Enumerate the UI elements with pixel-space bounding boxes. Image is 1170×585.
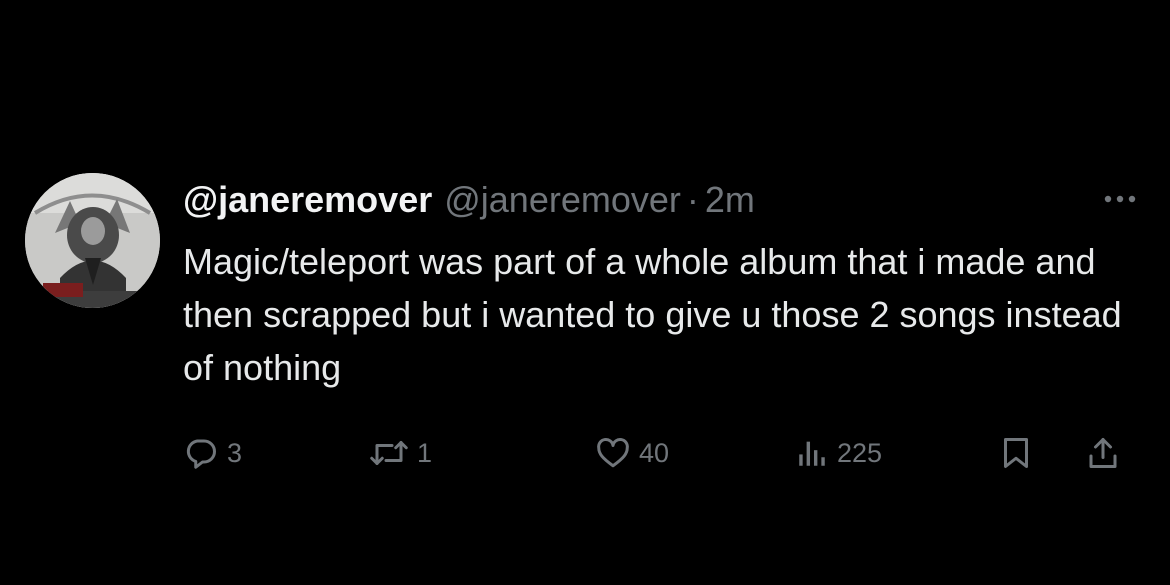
retweet-count: 1 — [417, 437, 433, 468]
timestamp[interactable]: 2m — [705, 176, 755, 224]
reply-icon — [186, 439, 216, 469]
retweet-icon — [370, 441, 408, 465]
display-name[interactable]: @janeremover — [183, 176, 432, 224]
like-count: 40 — [639, 437, 670, 468]
bookmark-icon — [1004, 438, 1028, 468]
action-bar: 3 1 40 225 — [183, 428, 1143, 478]
heart-icon — [597, 437, 629, 468]
views-bar-chart-icon — [799, 441, 825, 466]
separator-dot: · — [686, 179, 699, 220]
reply-count: 3 — [227, 437, 243, 468]
bookmark-button[interactable] — [998, 428, 1034, 478]
views-button[interactable]: 225 — [795, 428, 882, 478]
more-dots-icon — [1104, 195, 1136, 203]
tweet-text: Magic/teleport was part of a whole album… — [183, 241, 1122, 388]
more-button[interactable] — [1098, 184, 1142, 214]
like-button[interactable]: 40 — [595, 428, 669, 478]
avatar-image — [25, 173, 160, 308]
share-icon — [1089, 438, 1117, 468]
user-handle[interactable]: @janeremover — [444, 176, 681, 224]
reply-button[interactable]: 3 — [183, 428, 242, 478]
share-button[interactable] — [1085, 428, 1121, 478]
retweet-button[interactable]: 1 — [369, 428, 432, 478]
tweet: @janeremover @janeremover · 2m Magic/tel… — [0, 0, 1170, 585]
tweet-header: @janeremover @janeremover · 2m — [183, 176, 755, 224]
view-count: 225 — [837, 437, 883, 468]
avatar[interactable] — [25, 173, 160, 308]
